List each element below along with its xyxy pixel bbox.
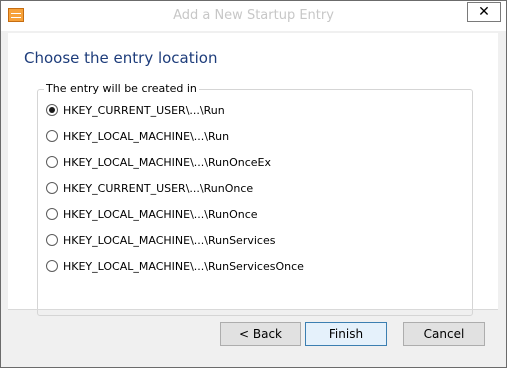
footer-divider <box>8 309 498 310</box>
radio-label: HKEY_LOCAL_MACHINE\...\RunOnceEx <box>63 155 271 169</box>
radio-button[interactable] <box>46 208 58 220</box>
window-title: Add a New Startup Entry <box>173 8 334 23</box>
cancel-button[interactable]: Cancel <box>403 322 485 346</box>
radio-label: HKEY_LOCAL_MACHINE\...\RunServices <box>63 233 276 247</box>
close-button[interactable]: ✕ <box>467 2 501 22</box>
group-label: The entry will be created in <box>44 82 199 95</box>
radio-option-hklm-runservices[interactable]: HKEY_LOCAL_MACHINE\...\RunServices <box>46 232 275 248</box>
back-button[interactable]: < Back <box>220 322 301 346</box>
radio-label: HKEY_LOCAL_MACHINE\...\RunServicesOnce <box>63 259 304 273</box>
radio-option-hkcu-run[interactable]: HKEY_CURRENT_USER\...\Run <box>46 102 225 118</box>
close-icon: ✕ <box>478 4 490 20</box>
page-heading: Choose the entry location <box>24 49 218 67</box>
dialog-window: Add a New Startup Entry ✕ Choose the ent… <box>0 0 507 368</box>
radio-button[interactable] <box>46 156 58 168</box>
radio-label: HKEY_CURRENT_USER\...\Run <box>63 103 225 117</box>
finish-button[interactable]: Finish <box>305 322 387 346</box>
location-group: The entry will be created in HKEY_CURREN… <box>37 82 473 316</box>
radio-label: HKEY_LOCAL_MACHINE\...\RunOnce <box>63 207 258 221</box>
radio-button[interactable] <box>46 130 58 142</box>
radio-button[interactable] <box>46 260 58 272</box>
radio-button[interactable] <box>46 104 58 116</box>
radio-option-hkcu-runonce[interactable]: HKEY_CURRENT_USER\...\RunOnce <box>46 180 253 196</box>
radio-option-hklm-runservicesonce[interactable]: HKEY_LOCAL_MACHINE\...\RunServicesOnce <box>46 258 304 274</box>
radio-option-hklm-runonceex[interactable]: HKEY_LOCAL_MACHINE\...\RunOnceEx <box>46 154 271 170</box>
radio-button[interactable] <box>46 234 58 246</box>
wizard-page: Choose the entry location The entry will… <box>8 33 498 316</box>
radio-label: HKEY_LOCAL_MACHINE\...\Run <box>63 129 230 143</box>
radio-option-hklm-run[interactable]: HKEY_LOCAL_MACHINE\...\Run <box>46 128 229 144</box>
radio-button[interactable] <box>46 182 58 194</box>
radio-label: HKEY_CURRENT_USER\...\RunOnce <box>63 181 254 195</box>
title-bar: Add a New Startup Entry ✕ <box>1 1 506 31</box>
radio-option-hklm-runonce[interactable]: HKEY_LOCAL_MACHINE\...\RunOnce <box>46 206 258 222</box>
